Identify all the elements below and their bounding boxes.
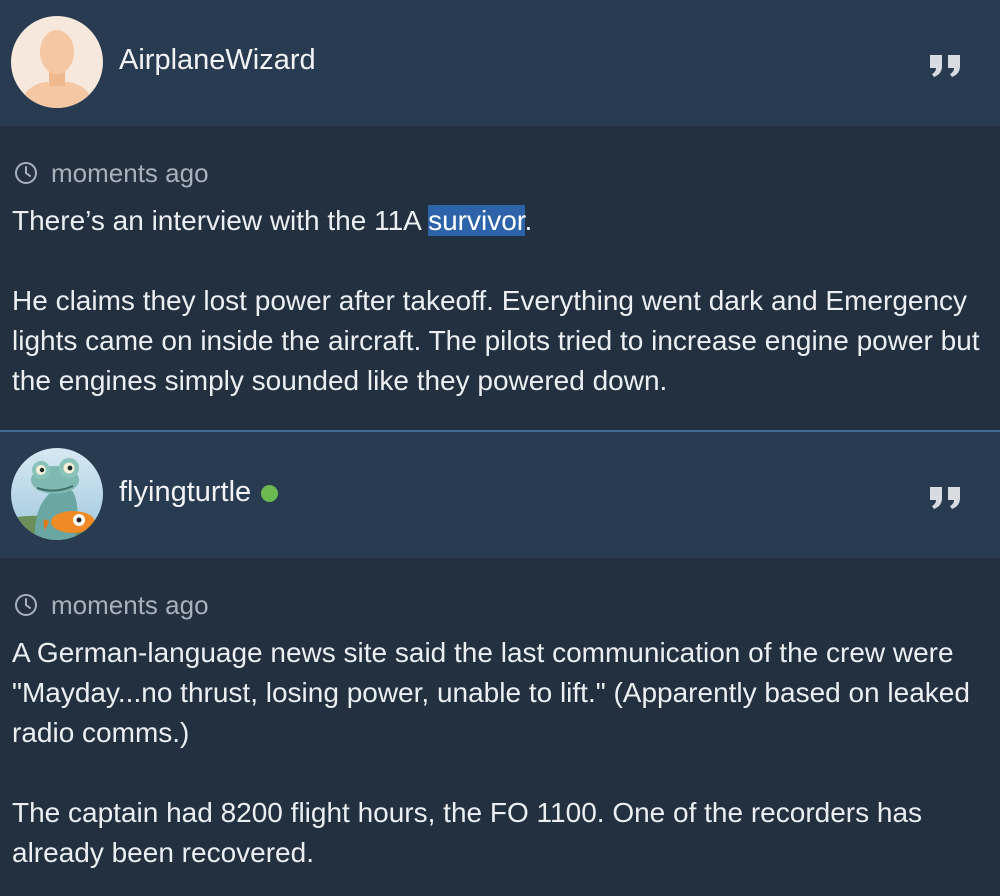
- timestamp[interactable]: moments ago: [51, 590, 209, 621]
- post: flyingturtle moments ago A German-langua…: [0, 430, 1000, 873]
- avatar[interactable]: [11, 448, 103, 540]
- post-meta: moments ago: [12, 158, 988, 188]
- post-text: A German-language news site said the las…: [12, 633, 988, 873]
- username-text[interactable]: AirplaneWizard: [119, 42, 316, 78]
- post: AirplaneWizard moments ago There’s an in…: [0, 0, 1000, 430]
- online-status-dot: [261, 484, 279, 502]
- quote-icon: [930, 55, 960, 77]
- paragraph: He claims they lost power after takeoff.…: [12, 285, 980, 396]
- paragraph: The captain had 8200 flight hours, the F…: [12, 797, 923, 868]
- paragraph-text: There’s an interview with the 11A: [12, 205, 429, 236]
- quote-icon: [930, 487, 960, 509]
- paragraph: A German-language news site said the las…: [12, 637, 970, 748]
- post-body: moments ago There’s an interview with th…: [0, 126, 1000, 430]
- post-text: There’s an interview with the 11A surviv…: [12, 201, 988, 401]
- username[interactable]: AirplaneWizard: [119, 42, 316, 78]
- avatar[interactable]: [11, 16, 103, 108]
- chameleon-avatar-icon: [11, 448, 103, 540]
- paragraph: There’s an interview with the 11A surviv…: [12, 201, 988, 241]
- username[interactable]: flyingturtle: [119, 474, 279, 510]
- clock-icon: [15, 594, 37, 616]
- quote-button[interactable]: [928, 481, 964, 511]
- timestamp[interactable]: moments ago: [51, 158, 209, 189]
- default-avatar-icon: [11, 16, 103, 108]
- highlighted-text: survivor: [428, 205, 525, 236]
- paragraph-text: .: [524, 205, 533, 236]
- post-body: moments ago A German-language news site …: [0, 558, 1000, 873]
- username-text[interactable]: flyingturtle: [119, 474, 251, 510]
- post-header: flyingturtle: [0, 432, 1000, 558]
- post-header: AirplaneWizard: [0, 0, 1000, 126]
- post-meta: moments ago: [12, 590, 988, 620]
- quote-button[interactable]: [928, 49, 964, 79]
- clock-icon: [15, 162, 37, 184]
